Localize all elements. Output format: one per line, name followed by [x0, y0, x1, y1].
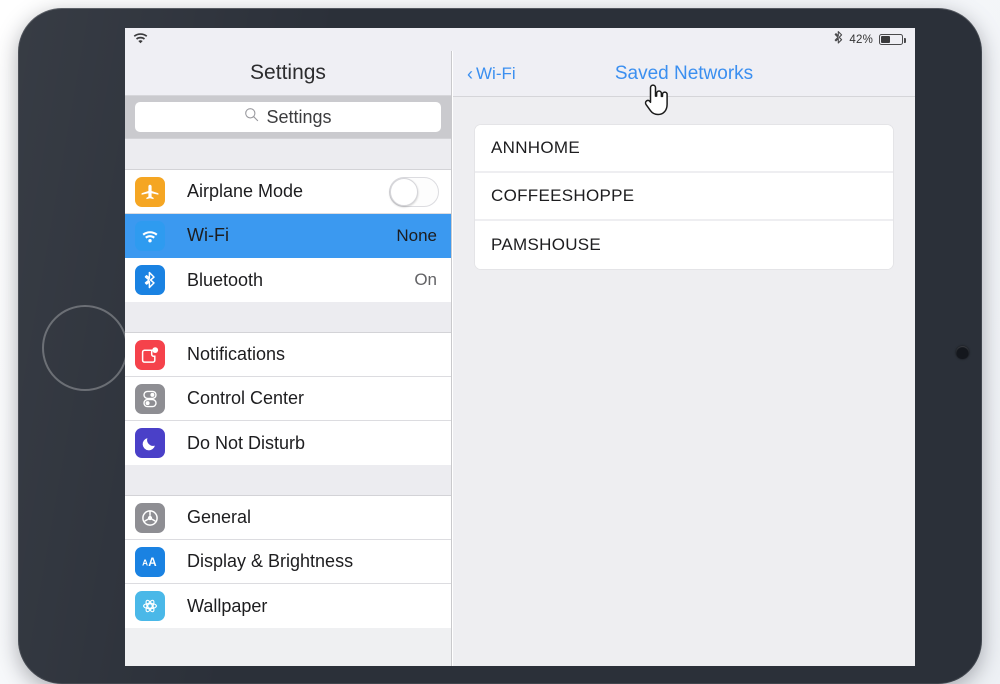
- detail-pane: ‹ Wi-Fi Saved Networks ANNHOME COFFEESHOP…: [453, 51, 915, 666]
- sidebar-item-label: Notifications: [187, 344, 451, 365]
- ipad-device: 42% Settings: [18, 8, 982, 684]
- svg-text:A: A: [148, 556, 157, 569]
- sidebar-item-label: Do Not Disturb: [187, 433, 451, 454]
- status-bar: 42%: [125, 28, 915, 51]
- wallpaper-icon: [135, 591, 165, 621]
- saved-network-name: PAMSHOUSE: [491, 235, 601, 255]
- search-bar-container: Settings: [125, 96, 451, 138]
- sidebar-item-wi-fi[interactable]: Wi-FiNone: [125, 214, 451, 258]
- settings-group-separator: [125, 465, 451, 496]
- search-icon: [244, 107, 259, 127]
- gear-icon: [135, 503, 165, 533]
- sidebar-item-value: On: [414, 270, 437, 290]
- battery-percent-label: 42%: [849, 34, 873, 46]
- nav-title: Saved Networks: [453, 51, 915, 96]
- settings-group: General AA Display & Brightness Wallpaper: [125, 496, 451, 628]
- settings-groups: Airplane ModeWi-FiNoneBluetoothOnNotific…: [125, 138, 451, 628]
- page-title: Settings: [125, 51, 451, 96]
- bluetooth-icon: [135, 265, 165, 295]
- sidebar-item-label: Bluetooth: [187, 270, 414, 291]
- sidebar-item-bluetooth[interactable]: BluetoothOn: [125, 258, 451, 302]
- airplane-mode-toggle[interactable]: [389, 177, 439, 207]
- status-bar-right: 42%: [834, 28, 903, 51]
- ipad-screen: 42% Settings: [125, 28, 915, 666]
- display-brightness-icon: AA: [135, 547, 165, 577]
- saved-network-row[interactable]: PAMSHOUSE: [475, 221, 893, 269]
- sidebar-item-display-brightness[interactable]: AA Display & Brightness: [125, 540, 451, 584]
- svg-text:A: A: [142, 558, 148, 567]
- search-input[interactable]: Settings: [135, 102, 441, 132]
- battery-icon: [879, 34, 903, 45]
- saved-network-name: ANNHOME: [491, 138, 580, 158]
- settings-group: Airplane ModeWi-FiNoneBluetoothOn: [125, 170, 451, 302]
- settings-group: Notifications Control Center Do Not Distur…: [125, 333, 451, 465]
- sidebar-item-notifications[interactable]: Notifications: [125, 333, 451, 377]
- sidebar-item-label: Control Center: [187, 388, 451, 409]
- saved-networks-list: ANNHOME COFFEESHOPPE PAMSHOUSE: [475, 125, 893, 269]
- saved-network-name: COFFEESHOPPE: [491, 186, 634, 206]
- front-camera-icon: [956, 346, 969, 359]
- sidebar-item-label: Airplane Mode: [187, 181, 389, 202]
- settings-group-separator: [125, 138, 451, 170]
- sidebar-item-label: Wi-Fi: [187, 225, 396, 246]
- settings-group-separator: [125, 302, 451, 333]
- wifi-icon: [133, 31, 148, 49]
- search-placeholder: Settings: [266, 107, 331, 128]
- sidebar-item-do-not-disturb[interactable]: Do Not Disturb: [125, 421, 451, 465]
- moon-icon: [135, 428, 165, 458]
- sidebar-item-wallpaper[interactable]: Wallpaper: [125, 584, 451, 628]
- navigation-bar: ‹ Wi-Fi Saved Networks: [453, 51, 915, 97]
- settings-sidebar: Settings Settings Airplane Mode Wi-FiNone…: [125, 51, 452, 666]
- sidebar-item-value: None: [396, 226, 437, 246]
- screenshot-root: 42% Settings: [0, 0, 1000, 684]
- control-center-icon: [135, 384, 165, 414]
- toggle-knob: [390, 178, 418, 206]
- sidebar-item-label: Wallpaper: [187, 596, 451, 617]
- saved-network-row[interactable]: COFFEESHOPPE: [475, 173, 893, 221]
- wifi-icon: [135, 221, 165, 251]
- sidebar-item-label: Display & Brightness: [187, 551, 451, 572]
- sidebar-item-label: General: [187, 507, 451, 528]
- sidebar-item-general[interactable]: General: [125, 496, 451, 540]
- notifications-icon: [135, 340, 165, 370]
- home-button[interactable]: [42, 305, 128, 391]
- saved-network-row[interactable]: ANNHOME: [475, 125, 893, 173]
- airplane-icon: [135, 177, 165, 207]
- sidebar-item-airplane-mode[interactable]: Airplane Mode: [125, 170, 451, 214]
- bluetooth-icon: [834, 31, 843, 48]
- sidebar-item-control-center[interactable]: Control Center: [125, 377, 451, 421]
